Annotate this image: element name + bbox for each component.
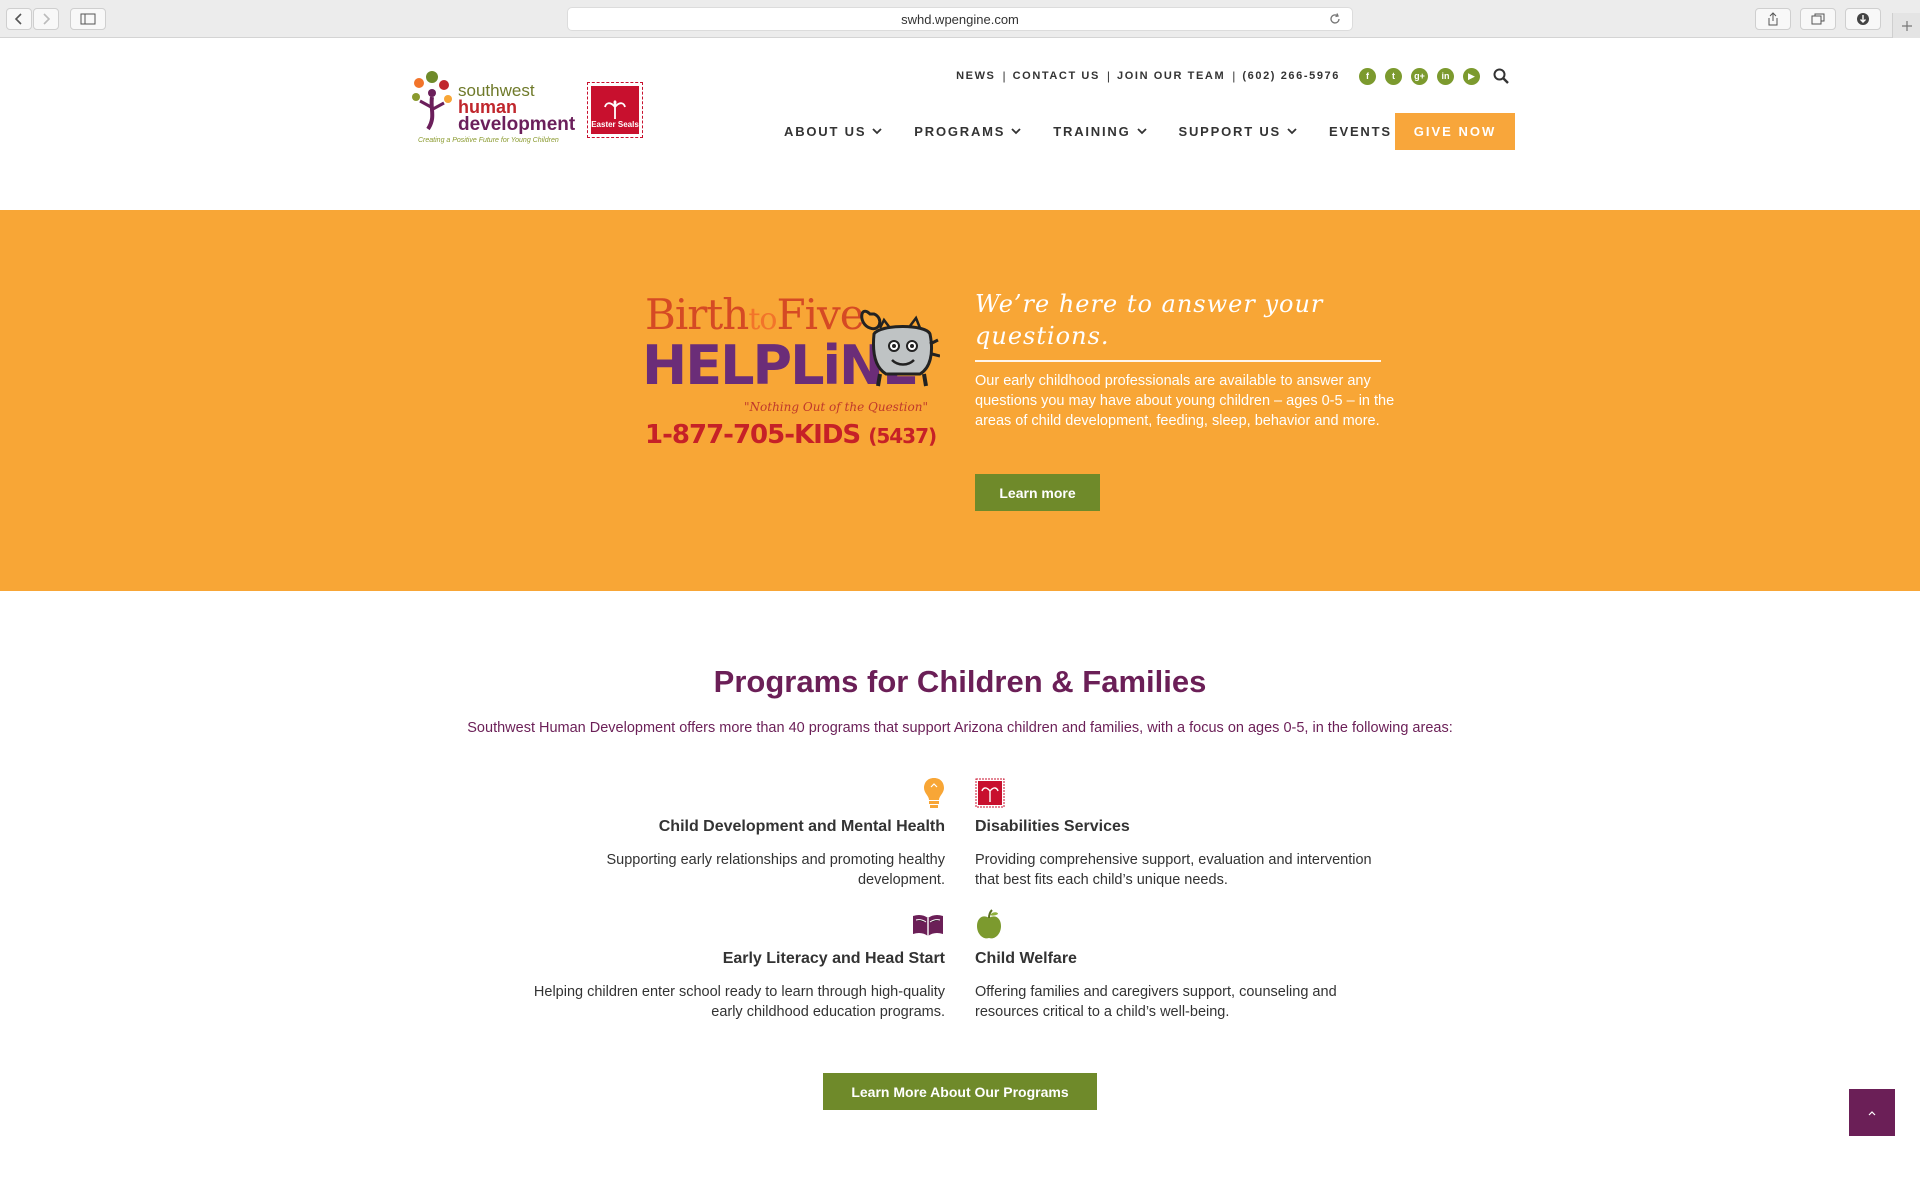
helpline-birth: Birth [645,290,749,339]
easter-seals-logo[interactable]: Easter Seals [587,82,643,138]
google-plus-icon[interactable]: g+ [1411,67,1428,85]
main-nav: ABOUT US PROGRAMS TRAINING SUPPORT US EV… [784,113,1424,149]
hero-heading: We’re here to answer your questions. [975,290,1324,350]
tabs-button[interactable] [1800,8,1836,30]
program-icon-wrap [975,908,1395,942]
chevron-up-icon [1868,1110,1876,1115]
utility-nav: NEWS | CONTACT US | JOIN OUR TEAM | (602… [956,66,1510,86]
helpline-title: BirthtoFive [645,290,865,339]
chevron-down-icon [1011,127,1021,134]
birth-to-five-helpline-logo[interactable]: BirthtoFive HELPLiNE "Nothing Out of the… [640,290,940,460]
reload-icon[interactable] [1328,12,1342,26]
easter-seals-badge: Easter Seals [591,86,639,134]
nav-label: ABOUT US [784,123,867,139]
program-icon-wrap [525,908,945,942]
nav-support-us[interactable]: SUPPORT US [1179,124,1298,139]
program-title: Child Development and Mental Health [658,818,945,835]
book-icon [913,914,943,936]
apple-icon [977,909,1001,939]
contact-us-link[interactable]: CONTACT US [1013,70,1100,82]
divider: | [1002,69,1006,83]
program-early-literacy[interactable]: Early Literacy and Head Start Helping ch… [525,908,945,1022]
social-links: f t g+ in ▶ [1350,67,1480,85]
helpline-phone-digits: (5437) [868,424,937,448]
program-disabilities-services[interactable]: Disabilities Services Providing comprehe… [975,776,1395,890]
nav-label: EVENTS [1329,123,1392,139]
lightbulb-icon [924,778,944,808]
news-link[interactable]: NEWS [956,70,995,82]
twitter-icon[interactable]: t [1385,67,1402,85]
helpline-tagline: "Nothing Out of the Question" [744,400,928,414]
divider: | [1106,69,1111,83]
helpline-to: to [748,302,777,337]
linkedin-icon[interactable]: in [1437,67,1454,85]
back-button[interactable] [6,8,32,30]
hero-divider [975,360,1381,362]
helpline-phone-number: 1-877-705-KIDS [645,420,861,450]
program-desc: Helping children enter school ready to l… [533,984,945,1020]
program-title: Child Welfare [975,950,1077,967]
forward-button[interactable] [33,8,59,30]
give-now-button[interactable]: GIVE NOW [1395,113,1515,150]
chevron-right-icon [43,13,51,25]
youtube-icon[interactable]: ▶ [1463,67,1480,85]
back-to-top-button[interactable] [1849,1089,1895,1136]
nav-training[interactable]: TRAINING [1053,123,1147,139]
logo-line-3: development [458,114,576,135]
program-child-development[interactable]: Child Development and Mental Health Supp… [525,776,945,890]
share-icon [1768,12,1778,26]
phone-link[interactable]: (602) 266-5976 [1242,70,1340,82]
chevron-down-icon [1136,127,1147,134]
programs-title: Programs for Children & Families [713,664,1207,699]
program-child-welfare[interactable]: Child Welfare Offering families and care… [975,908,1395,1022]
program-icon-wrap [975,776,1395,810]
site-header: southwest human development Creating a P… [0,39,1920,210]
program-desc: Providing comprehensive support, evaluat… [975,852,1372,888]
plus-icon [1901,20,1912,31]
nav-events[interactable]: EVENTS [1329,124,1392,139]
download-icon [1857,13,1869,25]
downloads-button[interactable] [1845,8,1881,30]
nav-label: SUPPORT US [1178,123,1282,139]
program-icon-wrap [525,776,945,810]
program-desc: Offering families and caregivers support… [975,984,1337,1020]
nav-programs[interactable]: PROGRAMS [914,124,1021,139]
helpline-phone: 1-877-705-KIDS (5437) [645,420,937,450]
logo-tagline: Creating a Positive Future for Young Chi… [418,137,559,144]
tree-logo-icon [412,71,452,131]
site-logo[interactable]: southwest human development Creating a P… [410,69,575,149]
divider: | [1232,69,1236,83]
tabs-icon [1811,13,1825,25]
sidebar-icon [80,13,96,25]
chevron-left-icon [14,13,22,25]
easter-seals-icon [975,778,1005,808]
join-our-team-link[interactable]: JOIN OUR TEAM [1117,70,1225,82]
nav-about-us[interactable]: ABOUT US [784,124,882,139]
sidebar-toggle-button[interactable] [70,8,106,30]
facebook-icon[interactable]: f [1359,67,1376,85]
search-icon [1493,68,1509,84]
address-bar[interactable]: swhd.wpengine.com [567,7,1353,31]
learn-more-programs-button[interactable]: Learn More About Our Programs [823,1073,1097,1110]
nav-label: TRAINING [1053,123,1131,139]
chevron-down-icon [1287,127,1297,134]
browser-toolbar: swhd.wpengine.com [0,0,1920,38]
search-button[interactable] [1492,67,1510,85]
helpline-hero: BirthtoFive HELPLiNE "Nothing Out of the… [0,210,1920,591]
share-button[interactable] [1755,8,1791,30]
hero-body: Our early childhood professionals are av… [975,373,1395,429]
program-title: Disabilities Services [975,818,1130,835]
monster-mascot-icon [860,309,940,387]
program-title: Early Literacy and Head Start [722,950,945,967]
new-tab-button[interactable] [1892,13,1920,38]
url-text: swhd.wpengine.com [901,11,1019,27]
learn-more-button[interactable]: Learn more [975,474,1100,511]
nav-label: PROGRAMS [914,123,1006,139]
programs-intro: Southwest Human Development offers more … [467,720,1453,736]
easter-seals-text: Easter Seals [591,120,639,129]
chevron-down-icon [872,127,882,134]
lily-icon [604,100,626,119]
hero-content: We’re here to answer your questions. Our… [975,288,1400,431]
program-desc: Supporting early relationships and promo… [606,852,945,888]
